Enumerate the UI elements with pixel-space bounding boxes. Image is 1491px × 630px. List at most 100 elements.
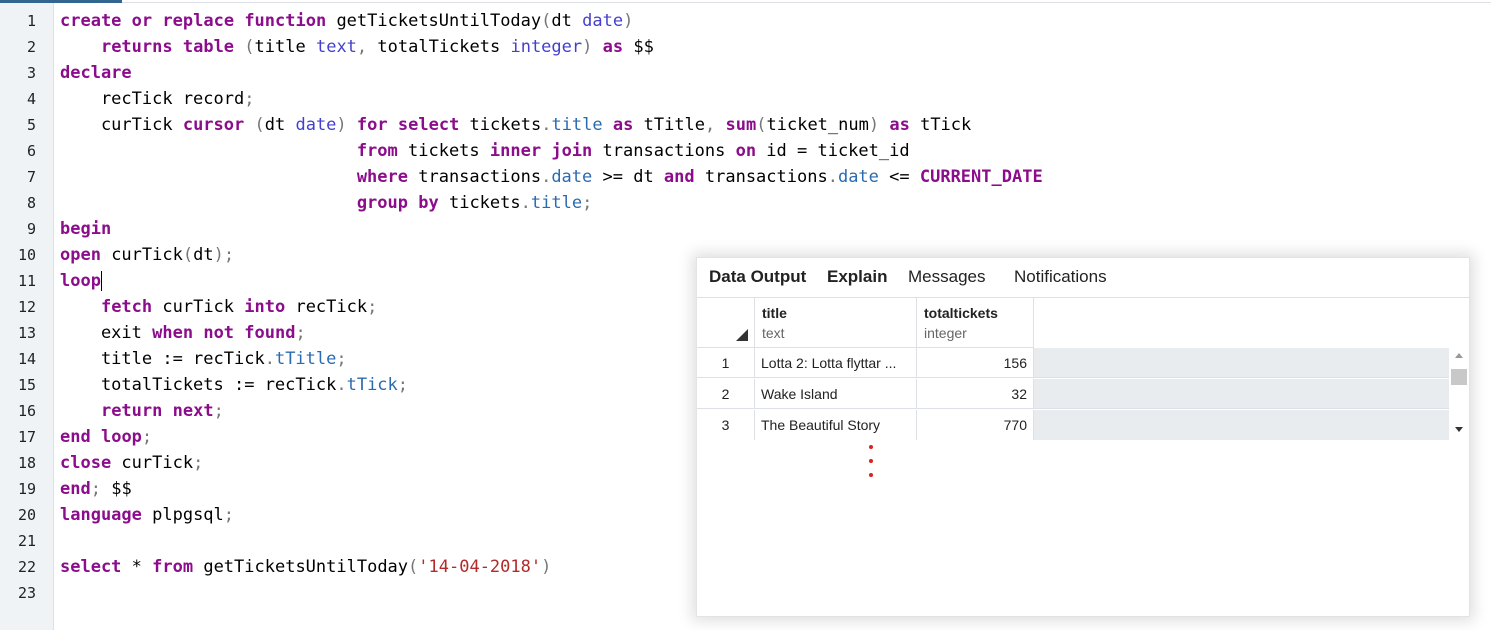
code-line[interactable]: open curTick(dt); xyxy=(60,242,234,268)
totaltickets-cell[interactable]: 156 xyxy=(917,348,1034,378)
code-token: return xyxy=(100,401,163,421)
code-line[interactable]: language plpgsql; xyxy=(60,502,234,528)
code-token: as xyxy=(612,115,634,135)
scroll-up-arrow-icon[interactable] xyxy=(1455,353,1463,358)
code-token: date xyxy=(295,115,337,135)
scroll-down-arrow-icon[interactable] xyxy=(1455,427,1463,432)
code-line[interactable]: recTick record; xyxy=(60,86,255,112)
empty-grid-area xyxy=(1034,410,1449,440)
code-token: tTitle xyxy=(633,115,706,135)
code-token: ( xyxy=(408,557,419,577)
code-line[interactable]: group by tickets.title; xyxy=(60,190,593,216)
code-line[interactable]: curTick cursor (dt date) for select tick… xyxy=(60,112,971,138)
code-token: ; xyxy=(213,401,224,421)
code-line[interactable]: begin xyxy=(60,216,111,242)
title-cell[interactable]: The Beautiful Story xyxy=(755,410,917,440)
code-token: . xyxy=(520,193,531,213)
code-token: tTick xyxy=(909,115,972,135)
code-token: loop xyxy=(100,427,142,447)
code-line[interactable]: close curTick; xyxy=(60,450,203,476)
code-token: ; xyxy=(223,505,235,525)
code-line[interactable]: returns table (title text, totalTickets … xyxy=(60,34,654,60)
tab-notifications[interactable]: Notifications xyxy=(1014,267,1107,287)
select-all-corner-icon[interactable] xyxy=(736,329,748,341)
code-line[interactable]: title := recTick.tTitle; xyxy=(60,346,347,372)
code-token: recTick xyxy=(285,297,368,317)
code-line[interactable]: from tickets inner join transactions on … xyxy=(60,138,910,164)
code-token: curTick xyxy=(111,453,194,473)
tab-messages[interactable]: Messages xyxy=(908,267,985,287)
line-number: 23 xyxy=(17,584,36,602)
tab-explain[interactable]: Explain xyxy=(827,267,887,287)
column-header-totaltickets[interactable]: totaltickets integer xyxy=(917,298,1034,348)
code-token: language xyxy=(60,505,142,525)
code-line[interactable]: select * from getTicketsUntilToday('14-0… xyxy=(60,554,551,580)
line-number: 2 xyxy=(26,38,36,56)
code-line[interactable]: exit when not found; xyxy=(60,320,306,346)
table-row[interactable]: 3 The Beautiful Story 770 xyxy=(697,410,1449,441)
tab-data-output[interactable]: Data Output xyxy=(709,267,806,287)
row-index-cell[interactable]: 2 xyxy=(697,379,755,409)
row-header-corner[interactable] xyxy=(697,298,755,348)
table-row[interactable]: 1 Lotta 2: Lotta flyttar ... 156 xyxy=(697,348,1449,379)
code-line[interactable]: end; $$ xyxy=(60,476,132,502)
code-line[interactable]: loop xyxy=(60,268,102,294)
code-token: from xyxy=(152,557,194,577)
line-number: 21 xyxy=(17,532,36,550)
row-index-cell[interactable]: 3 xyxy=(697,410,755,440)
code-token: inner xyxy=(489,141,542,161)
line-number: 15 xyxy=(17,376,36,394)
table-row[interactable]: 2 Wake Island 32 xyxy=(697,379,1449,410)
code-token: recTick record xyxy=(60,89,245,109)
row-index-cell[interactable]: 1 xyxy=(697,348,755,378)
title-cell[interactable]: Wake Island xyxy=(755,379,917,409)
code-token: loop xyxy=(60,271,101,291)
code-token: . xyxy=(264,349,275,369)
totaltickets-cell[interactable]: 32 xyxy=(917,379,1034,409)
editor-top-border xyxy=(122,2,1491,3)
code-token: function xyxy=(244,11,327,31)
code-token: group xyxy=(356,193,408,213)
code-token: totalTickets xyxy=(367,37,511,57)
line-number: 12 xyxy=(17,298,36,316)
line-number: 19 xyxy=(17,480,36,498)
code-token: curTick xyxy=(100,245,183,265)
code-token: select xyxy=(60,557,122,577)
code-line[interactable]: declare xyxy=(60,60,132,86)
line-number: 5 xyxy=(26,116,36,134)
scrollbar-thumb[interactable] xyxy=(1451,369,1467,385)
code-line[interactable]: return next; xyxy=(60,398,224,424)
code-line[interactable]: where transactions.date >= dt and transa… xyxy=(60,164,1043,190)
totaltickets-cell[interactable]: 770 xyxy=(917,410,1034,440)
code-line[interactable]: totalTickets := recTick.tTick; xyxy=(60,372,408,398)
code-token: as xyxy=(889,115,910,135)
code-token: create xyxy=(60,11,122,31)
title-cell[interactable]: Lotta 2: Lotta flyttar ... xyxy=(755,348,917,378)
code-line[interactable]: fetch curTick into recTick; xyxy=(60,294,377,320)
column-header-title[interactable]: title text xyxy=(755,298,917,348)
column-name: title xyxy=(762,305,787,321)
code-token: not xyxy=(203,323,235,343)
code-token: ; xyxy=(582,193,593,213)
code-token: ) xyxy=(868,115,880,135)
code-token: where xyxy=(356,167,408,187)
code-token: totalTickets := recTick xyxy=(60,375,337,395)
vertical-scrollbar[interactable] xyxy=(1449,348,1469,439)
code-token: exit xyxy=(60,323,153,343)
code-token: cursor xyxy=(182,115,245,135)
code-token: tickets xyxy=(397,141,490,161)
code-line[interactable]: create or replace function getTicketsUnt… xyxy=(60,8,633,34)
code-line[interactable]: end loop; xyxy=(60,424,152,450)
query-results-panel: Data Output Explain Messages Notificatio… xyxy=(696,257,1470,617)
code-token: tickets xyxy=(459,115,542,135)
